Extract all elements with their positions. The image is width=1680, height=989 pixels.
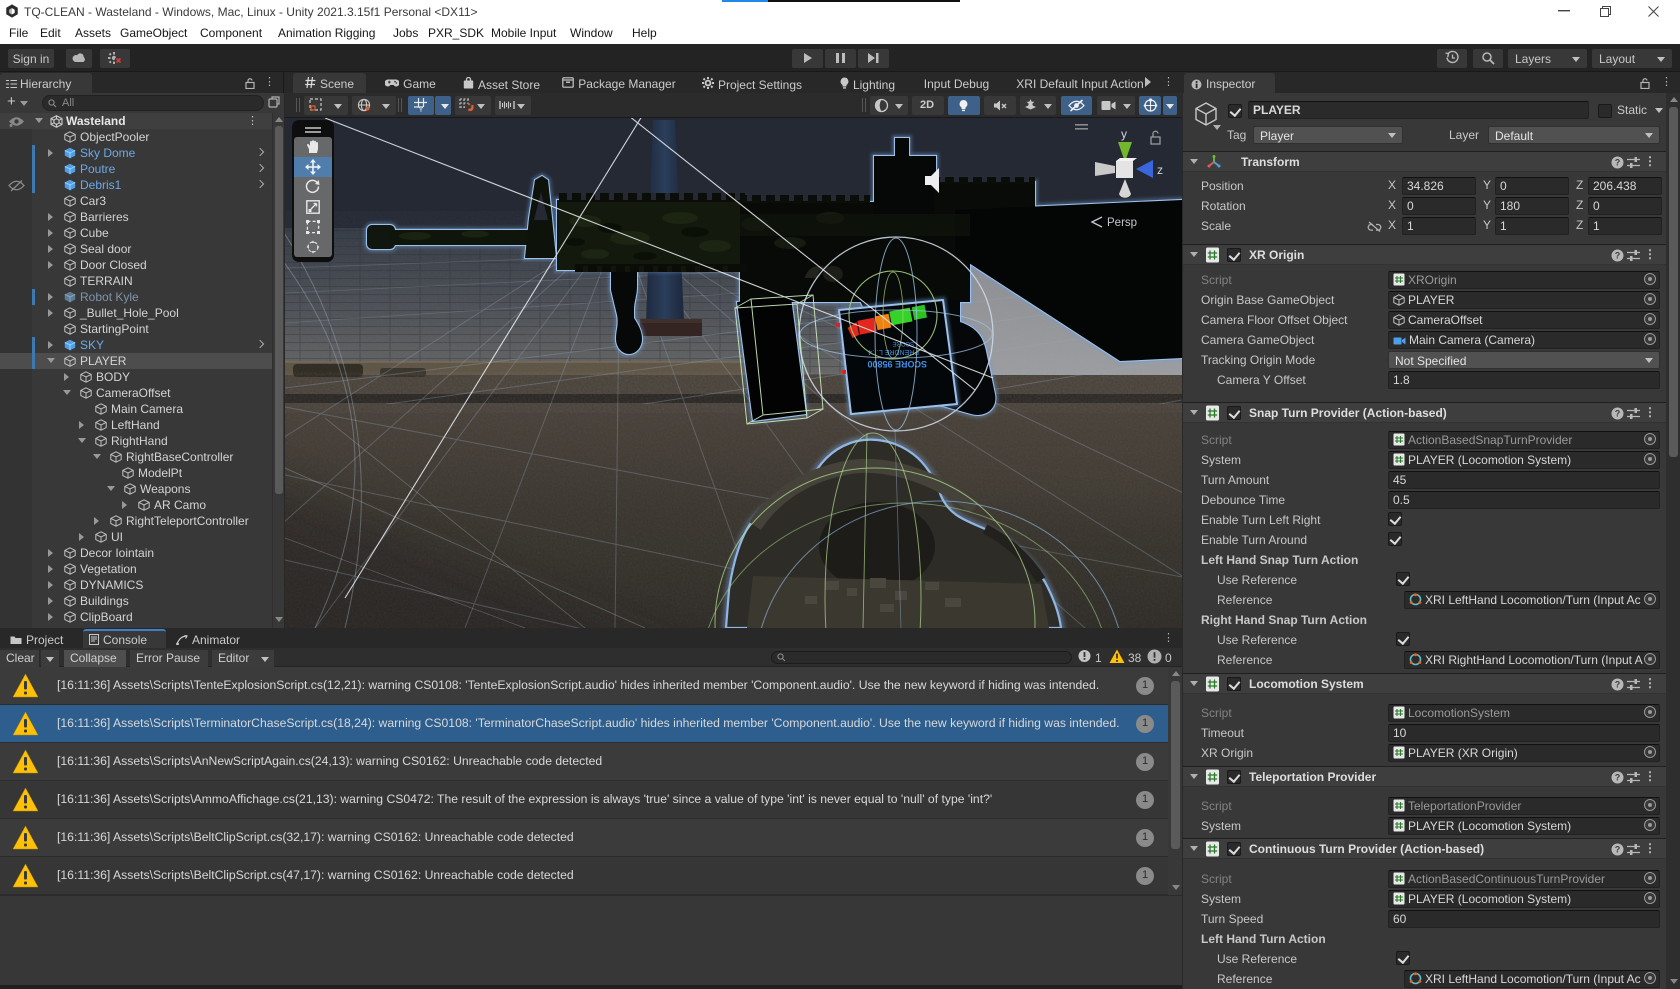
svg-text:?: ?: [1615, 158, 1621, 168]
svg-text:z: z: [1157, 163, 1163, 177]
svg-text:y: y: [1121, 127, 1127, 141]
svg-text:?: ?: [1615, 409, 1621, 419]
svg-text:Persp: Persp: [1107, 217, 1137, 229]
svg-text:?: ?: [1615, 845, 1621, 855]
svg-text:Y: Y: [419, 107, 424, 112]
svg-text:?: ?: [1615, 773, 1621, 783]
svg-text:?: ?: [1615, 680, 1621, 690]
svg-text:?: ?: [1615, 251, 1621, 261]
